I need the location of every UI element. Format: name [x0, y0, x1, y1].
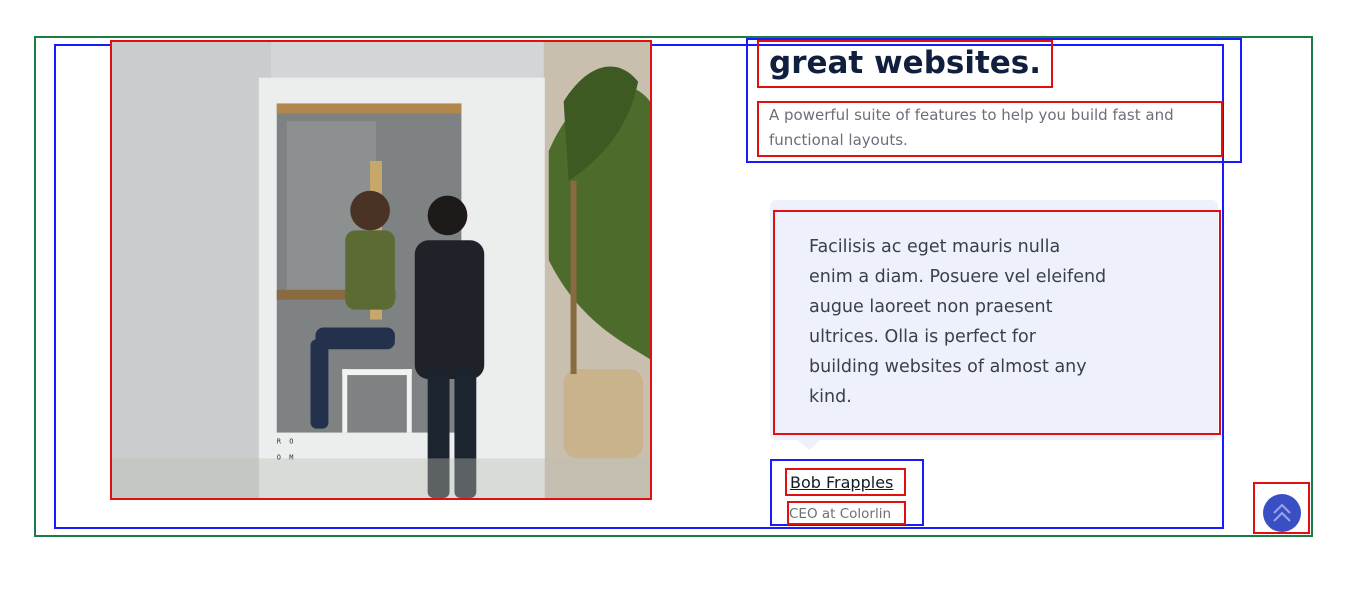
testimonial-quote: Facilisis ac eget mauris nulla enim a di… — [809, 237, 1107, 407]
svg-text:R O: R O — [277, 437, 294, 445]
testimonial-pointer — [795, 438, 823, 450]
testimonial-quote-box: Facilisis ac eget mauris nulla enim a di… — [773, 210, 1221, 435]
hero-photo: R O O M — [110, 40, 652, 500]
scroll-to-top-button[interactable] — [1253, 482, 1310, 534]
hero-heading: great websites. — [757, 40, 1054, 88]
scroll-to-top-circle[interactable] — [1263, 494, 1301, 532]
hero-subtext: A powerful suite of features to help you… — [757, 101, 1223, 157]
svg-text:O M: O M — [277, 453, 294, 461]
chevron-up-icon — [1273, 503, 1291, 522]
office-booth-photo: R O O M — [112, 42, 650, 498]
author-role: CEO at Colorlin — [787, 501, 906, 525]
author-name-link[interactable]: Bob Frapples — [785, 468, 906, 496]
